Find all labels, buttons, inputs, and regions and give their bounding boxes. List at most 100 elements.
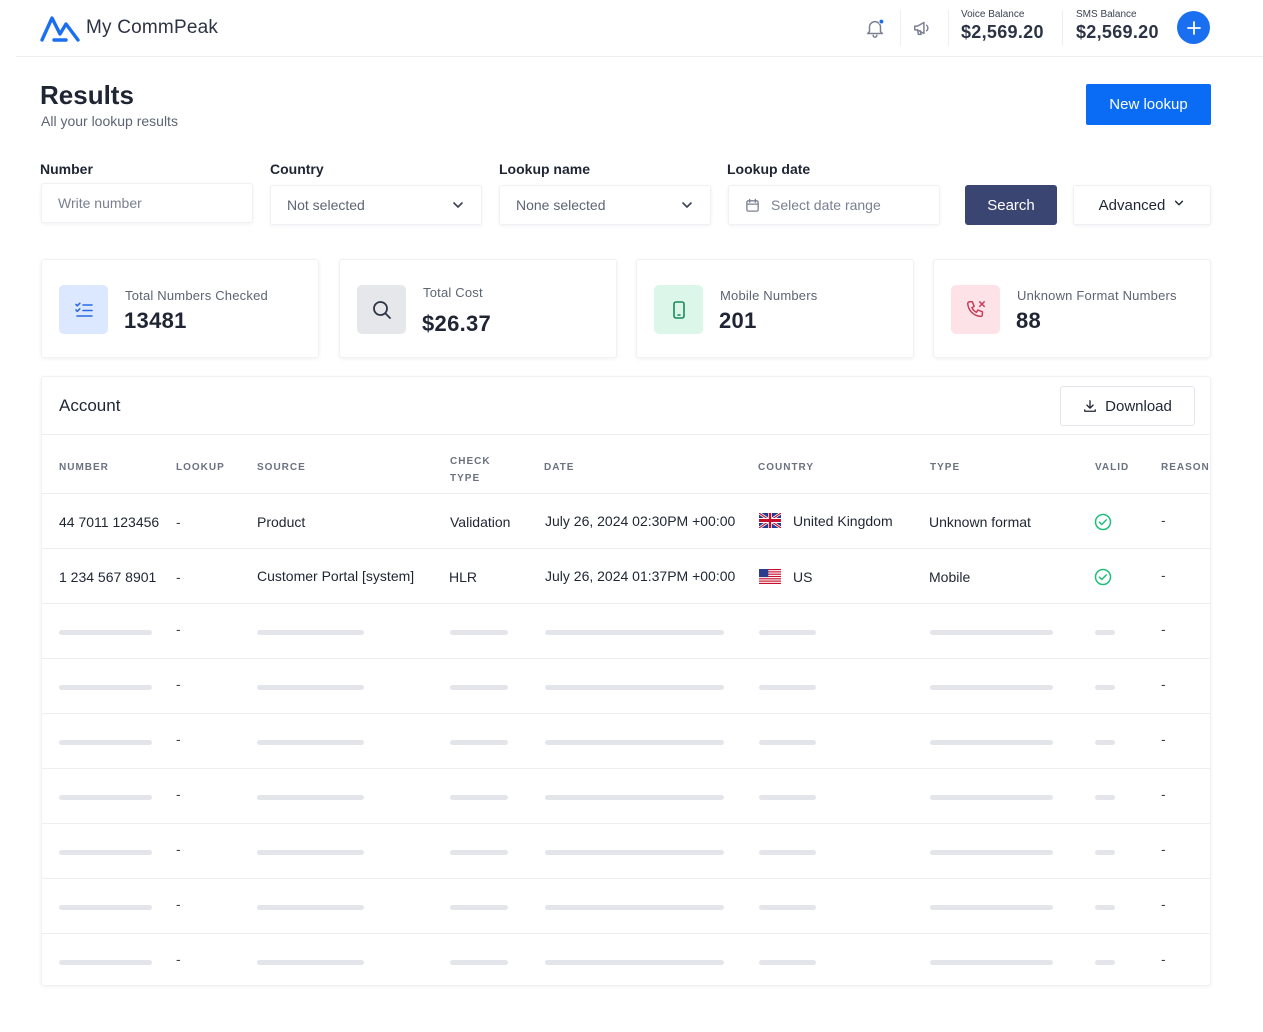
skeleton-bar (257, 850, 364, 855)
cell-lookup: - (176, 896, 181, 912)
table-row-loading: - - (42, 604, 1210, 659)
cell-lookup: - (176, 951, 181, 967)
skeleton-bar (257, 685, 364, 690)
table-row[interactable]: 44 7011 123456 - Product Validation July… (42, 494, 1210, 549)
plus-icon (1186, 20, 1201, 35)
skeleton-bar (930, 685, 1053, 690)
cell-country: United Kingdom (759, 513, 893, 529)
skeleton-bar (759, 905, 816, 910)
cell-number: 44 7011 123456 (59, 514, 160, 530)
stat-value: 13481 (124, 308, 187, 333)
skeleton-bar (545, 960, 724, 965)
skeleton-bar (1095, 630, 1115, 635)
cell-reason: - (1161, 731, 1166, 747)
skeleton-bar (759, 740, 816, 745)
app-logo[interactable]: My CommPeak (40, 12, 218, 44)
divider (948, 10, 949, 46)
skeleton-bar (545, 685, 724, 690)
column-header-reason[interactable]: REASON (1161, 462, 1210, 473)
cell-check-type: HLR (449, 569, 478, 585)
skeleton-bar (545, 850, 724, 855)
country-filter-label: Country (270, 161, 324, 177)
check-circle-icon (1094, 513, 1112, 531)
stat-card-unknown-format: Unknown Format Numbers 88 (933, 259, 1211, 358)
table-title: Account (59, 396, 121, 415)
cell-lookup: - (176, 786, 181, 802)
skeleton-bar (930, 960, 1053, 965)
skeleton-bar (59, 740, 152, 745)
number-field[interactable] (41, 183, 253, 223)
cell-date: July 26, 2024 02:30PM +00:00 (545, 513, 736, 529)
page-subtitle: All your lookup results (41, 113, 178, 129)
stat-label: Unknown Format Numbers (1017, 288, 1177, 303)
stat-value: 88 (1016, 308, 1042, 333)
country-select[interactable]: Not selected (270, 185, 482, 225)
skeleton-bar (1095, 850, 1115, 855)
cell-type: Unknown format (929, 514, 1031, 530)
column-header-date[interactable]: DATE (544, 462, 574, 473)
checklist-icon (59, 285, 108, 334)
download-button[interactable]: Download (1060, 386, 1195, 426)
column-header-type[interactable]: TYPE (930, 462, 960, 473)
column-header-valid[interactable]: VALID (1095, 462, 1129, 473)
cell-country-name: United Kingdom (793, 513, 893, 529)
cell-reason: - (1161, 896, 1166, 912)
search-button[interactable]: Search (965, 185, 1057, 225)
skeleton-bar (545, 905, 724, 910)
table-row-loading: - - (42, 714, 1210, 769)
skeleton-bar (450, 905, 508, 910)
lookup-date-field[interactable] (728, 185, 940, 225)
cell-lookup: - (176, 731, 181, 747)
download-icon (1084, 400, 1097, 412)
new-lookup-button[interactable]: New lookup (1086, 84, 1211, 125)
phone-missed-icon (951, 285, 1000, 334)
calendar-icon (746, 198, 759, 212)
cell-reason: - (1161, 786, 1166, 802)
skeleton-bar (450, 630, 508, 635)
lookup-date-input[interactable] (771, 197, 923, 213)
app-name: My CommPeak (86, 17, 219, 38)
cell-lookup: - (176, 676, 181, 692)
cell-source: Product (257, 514, 306, 530)
column-header-country[interactable]: COUNTRY (758, 462, 814, 473)
chevron-down-icon (682, 202, 692, 208)
skeleton-bar (930, 795, 1053, 800)
skeleton-bar (759, 960, 816, 965)
bell-icon[interactable] (861, 14, 889, 42)
lookup-name-filter-label: Lookup name (499, 161, 591, 177)
chevron-down-icon (1175, 200, 1184, 206)
skeleton-bar (450, 850, 508, 855)
advanced-button[interactable]: Advanced (1073, 185, 1211, 225)
country-select-value: Not selected (287, 197, 365, 213)
column-header-source[interactable]: SOURCE (257, 462, 306, 473)
stat-label: Total Cost (423, 285, 483, 300)
number-input[interactable] (58, 195, 236, 211)
skeleton-bar (1095, 740, 1115, 745)
stat-card-total-cost: Total Cost $26.37 (339, 259, 617, 358)
column-header-number[interactable]: NUMBER (59, 462, 109, 473)
advanced-button-label: Advanced (1098, 196, 1166, 214)
stat-value: 201 (719, 308, 757, 333)
cell-lookup: - (176, 514, 181, 530)
divider (900, 10, 901, 46)
cell-reason: - (1161, 621, 1166, 637)
table-row-loading: - - (42, 934, 1210, 985)
results-table-panel: Account Download NUMBER LOOKUP SOURCE CH… (41, 376, 1211, 986)
table-row[interactable]: 1 234 567 8901 - Customer Portal [system… (42, 549, 1210, 604)
column-header-lookup[interactable]: LOOKUP (176, 462, 225, 473)
megaphone-icon[interactable] (909, 14, 937, 42)
top-bar: My CommPeak Voice Balance $2,569.20 SMS … (16, 0, 1263, 57)
lookup-name-select[interactable]: None selected (499, 185, 711, 225)
skeleton-bar (545, 630, 724, 635)
column-header-check-type[interactable]: CHECK TYPE (450, 453, 491, 487)
cell-date: July 26, 2024 01:37PM +00:00 (545, 568, 736, 584)
add-balance-button[interactable] (1177, 11, 1210, 44)
check-circle-icon (1094, 568, 1112, 586)
lookup-name-select-value: None selected (516, 197, 606, 213)
stat-card-mobile-numbers: Mobile Numbers 201 (636, 259, 914, 358)
skeleton-bar (930, 740, 1053, 745)
skeleton-bar (759, 630, 816, 635)
stat-label: Total Numbers Checked (125, 288, 268, 303)
skeleton-bar (930, 630, 1053, 635)
skeleton-bar (450, 685, 508, 690)
